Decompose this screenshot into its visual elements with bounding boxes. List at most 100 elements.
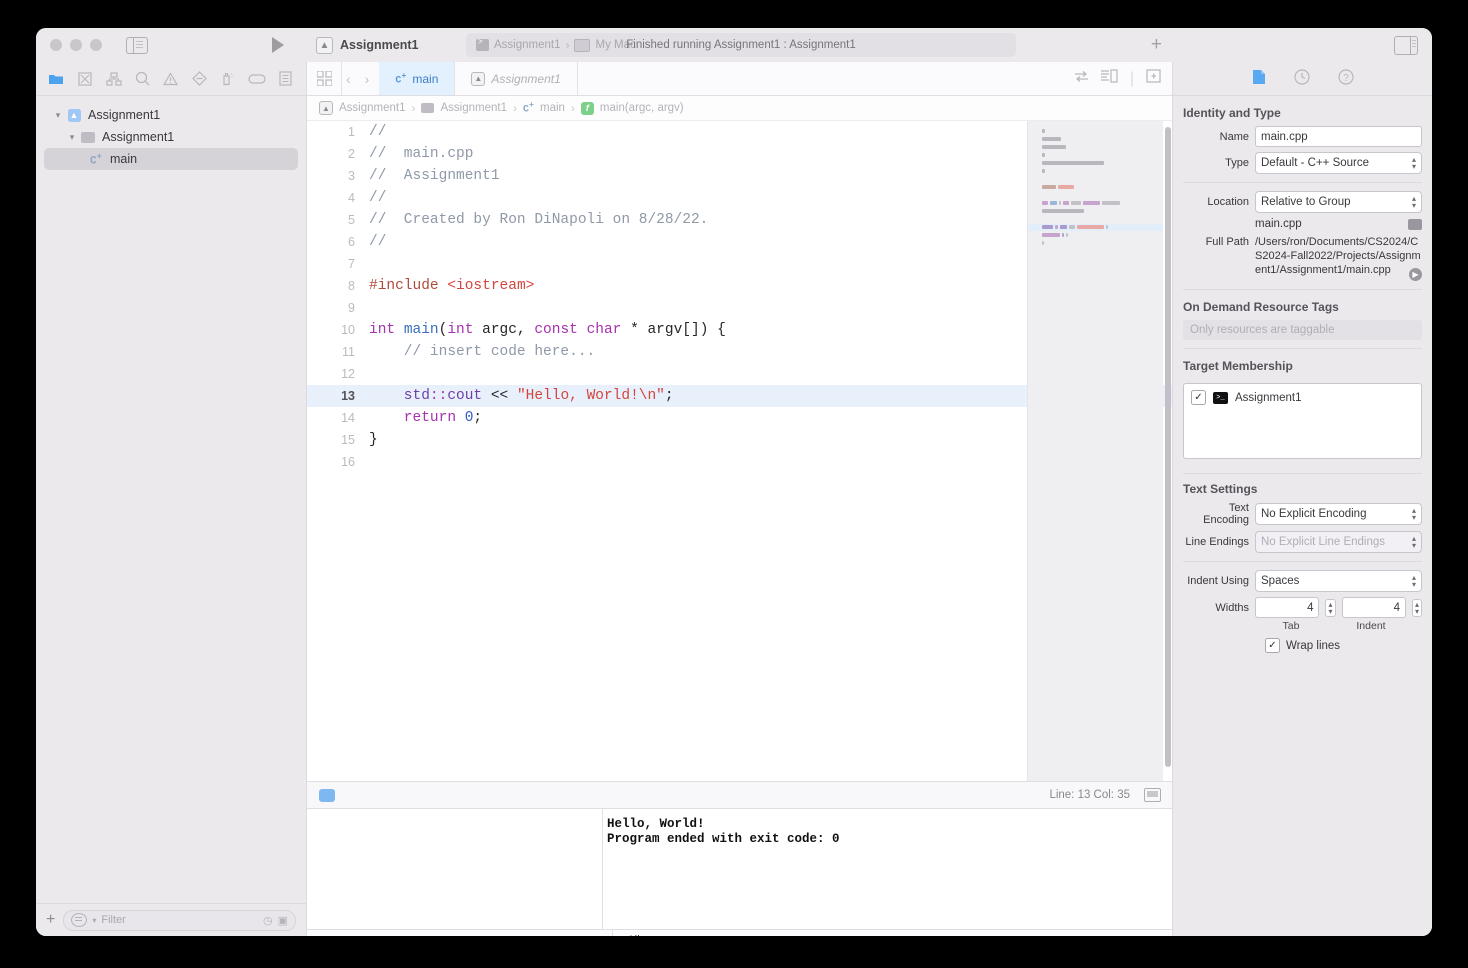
code-text: // [369, 231, 386, 253]
minimap-line [1063, 201, 1069, 205]
sidebar-item-debug-navigator[interactable] [218, 69, 238, 89]
indent-using-label: Indent Using [1183, 575, 1249, 587]
sidebar-item-symbol-navigator[interactable] [104, 69, 124, 89]
sidebar-toggle-icon[interactable] [126, 37, 148, 54]
divider [1183, 473, 1422, 474]
target-label: Assignment1 [1235, 392, 1301, 404]
add-editor-icon[interactable] [1146, 69, 1161, 88]
output-scope-selector[interactable]: All Output ▴▾ [627, 935, 680, 937]
add-file-button[interactable]: + [46, 911, 55, 929]
clock-icon[interactable]: ◷ [263, 914, 273, 927]
text-encoding-select[interactable]: No Explicit Encoding ▴▾ [1255, 503, 1422, 525]
sidebar-item-breakpoint-navigator[interactable] [247, 69, 267, 89]
choose-folder-icon[interactable] [1408, 219, 1422, 230]
minimap-line [1102, 201, 1120, 205]
minimap-line [1050, 201, 1056, 205]
console-filter-field[interactable]: Filter [910, 936, 1083, 937]
odr-tags-field[interactable]: Only resources are taggable [1183, 320, 1422, 340]
breadcrumb-item-file[interactable]: main [540, 102, 565, 114]
editor-tab-bar: ‹ › C+ main ▲ Assignment1 | [307, 62, 1173, 96]
sidebar-item-report-navigator[interactable] [276, 69, 296, 89]
breadcrumb-item-function[interactable]: main(argc, argv) [600, 102, 684, 114]
sidebar-item-issue-navigator[interactable] [161, 69, 181, 89]
minimap-line [1055, 225, 1058, 229]
variables-view[interactable] [307, 809, 603, 929]
target-membership-list[interactable]: ✓ >_ Assignment1 [1183, 383, 1422, 459]
close-button[interactable] [50, 39, 62, 51]
terminal-target-icon: >_ [1213, 392, 1228, 404]
sidebar-item-source-control-navigator[interactable] [75, 69, 95, 89]
inspector-panel: ? Identity and Type Name main.cpp Type D… [1172, 62, 1432, 936]
forward-button[interactable]: › [365, 71, 370, 87]
maximize-button[interactable] [90, 39, 102, 51]
tab-quick-help-inspector[interactable]: ? [1338, 69, 1354, 88]
line-endings-row: Line Endings No Explicit Line Endings ▴▾ [1183, 531, 1422, 553]
xcode-project-icon: ▲ [471, 72, 485, 86]
svg-text:?: ? [1343, 73, 1349, 84]
line-endings-select[interactable]: No Explicit Line Endings ▴▾ [1255, 531, 1422, 553]
chevron-down-icon[interactable]: ▾ [66, 132, 78, 143]
inspector-toggle-icon[interactable] [1394, 36, 1418, 55]
full-path-value: /Users/ron/Documents/CS2024/CS2024-Fall2… [1255, 235, 1422, 277]
project-title-chip: ▲ Assignment1 [316, 28, 419, 62]
tab-label: main [412, 72, 438, 86]
sidebar-item-test-navigator[interactable] [190, 69, 210, 89]
minimap[interactable] [1027, 121, 1163, 781]
minimap-line [1042, 161, 1104, 165]
navigator-filter-field[interactable]: ▾ Filter ◷ ▣ [63, 910, 296, 931]
reveal-in-finder-icon[interactable]: ▶ [1409, 268, 1422, 281]
tree-item-main-cpp[interactable]: C+ main [44, 148, 298, 170]
code-editor[interactable]: 1//2// main.cpp3// Assignment14//5// Cre… [307, 121, 1173, 781]
checkbox[interactable]: ✓ [1265, 638, 1280, 653]
tab-width-field[interactable]: 4 [1255, 597, 1319, 618]
location-select[interactable]: Relative to Group ▴▾ [1255, 191, 1422, 213]
variables-filter-field[interactable]: Filter [421, 936, 594, 937]
name-field[interactable]: main.cpp [1255, 126, 1422, 147]
editor-panel: ‹ › C+ main ▲ Assignment1 | [307, 62, 1173, 936]
tree-item-project[interactable]: ▾ ▲ Assignment1 [44, 104, 298, 126]
blue-chip-icon[interactable] [319, 789, 335, 802]
console-output[interactable]: Hello, World! Program ended with exit co… [603, 809, 1173, 929]
cpp-file-icon: C+ [523, 100, 534, 115]
minimap-icon[interactable] [1101, 69, 1118, 88]
line-col-indicator: Line: 13 Col: 35 [1049, 789, 1130, 801]
code-review-icon[interactable] [1074, 70, 1089, 88]
chevron-down-icon[interactable]: ▾ [52, 110, 64, 121]
tree-item-group[interactable]: ▾ Assignment1 [44, 126, 298, 148]
assistant-icon[interactable] [1144, 788, 1161, 802]
add-tab-button[interactable]: + [1151, 35, 1162, 54]
scheme-status-bar[interactable]: Assignment1 › My Mac Finished running As… [466, 33, 1016, 57]
sidebar-item-find-navigator[interactable] [132, 69, 152, 89]
minimap-line [1042, 145, 1066, 149]
minimap-line [1058, 185, 1074, 189]
function-icon: f [581, 102, 594, 115]
section-text-settings: Text Settings [1173, 482, 1432, 502]
full-path-label: Full Path [1183, 235, 1249, 248]
text-encoding-row: Text Encoding No Explicit Encoding ▴▾ [1183, 502, 1422, 526]
editor-options-icon[interactable] [307, 62, 341, 95]
location-file-row: main.cpp [1183, 218, 1422, 230]
editor-scrollbar[interactable] [1165, 127, 1171, 767]
tab-history-inspector[interactable] [1294, 69, 1310, 88]
breadcrumb-item-group[interactable]: Assignment1 [440, 102, 506, 114]
run-button[interactable] [272, 37, 284, 53]
checkbox[interactable]: ✓ [1191, 390, 1206, 405]
indent-width-stepper[interactable]: ▴▾ [1412, 599, 1422, 617]
indent-using-select[interactable]: Spaces ▴▾ [1255, 570, 1422, 592]
tab-assignment1[interactable]: ▲ Assignment1 [455, 62, 577, 95]
tab-file-inspector[interactable] [1252, 69, 1266, 88]
breadcrumb-item-project[interactable]: Assignment1 [339, 102, 405, 114]
folder-icon [421, 103, 434, 113]
wrap-lines-row[interactable]: ✓ Wrap lines [1173, 638, 1432, 653]
sidebar-item-project-navigator[interactable] [46, 69, 66, 89]
type-select[interactable]: Default - C++ Source ▴▾ [1255, 152, 1422, 174]
minimize-button[interactable] [70, 39, 82, 51]
scm-filter-icon[interactable]: ▣ [278, 914, 288, 927]
back-button[interactable]: ‹ [346, 71, 351, 87]
indent-width-field[interactable]: 4 [1342, 597, 1406, 618]
tab-width-stepper[interactable]: ▴▾ [1325, 599, 1335, 617]
target-membership-item[interactable]: ✓ >_ Assignment1 [1191, 390, 1414, 405]
name-row: Name main.cpp [1183, 126, 1422, 147]
minimap-line [1042, 233, 1060, 237]
tab-main[interactable]: C+ main [379, 62, 455, 95]
